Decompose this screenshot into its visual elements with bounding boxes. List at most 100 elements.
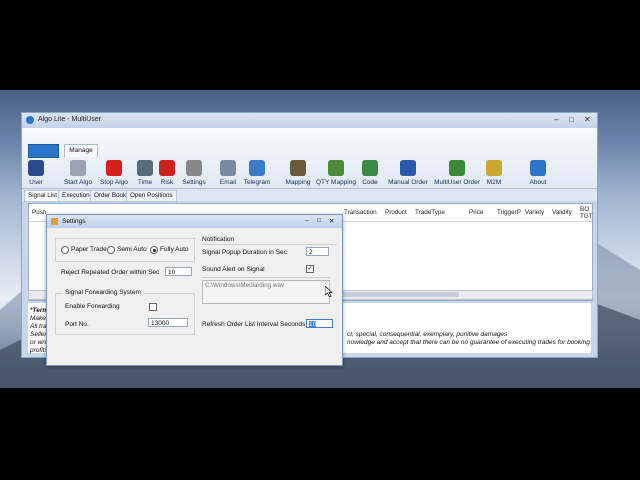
enable-forwarding-checkbox[interactable]	[149, 303, 157, 311]
ribbon-button-multiuser-order[interactable]: MultiUser Order	[432, 160, 482, 186]
dialog-close-button[interactable]: ✕	[329, 217, 334, 225]
forwarding-group-title: Signal Forwarding System	[63, 289, 143, 296]
ribbon-button-label: Email	[219, 179, 237, 186]
ribbon-button-risk[interactable]: Risk	[158, 160, 176, 186]
dialog-maximize-button[interactable]: □	[317, 217, 321, 224]
sound-divider	[202, 277, 330, 278]
notification-group-title: Notification	[202, 236, 235, 243]
ribbon-button-start-algo[interactable]: Start Algo	[62, 160, 94, 186]
ribbon-button-label: About	[529, 179, 547, 186]
column-header[interactable]: Transaction	[344, 204, 377, 221]
ribbon-button-label: Mapping	[285, 179, 311, 186]
user-icon	[28, 160, 44, 176]
sound-path-field[interactable]: C:\Windows\Media\ding.wav	[202, 280, 330, 304]
ribbon-button-label: M2M	[486, 179, 502, 186]
tab-order-book[interactable]: Order Book	[90, 190, 131, 202]
sound-alert-checkbox[interactable]: ✓	[306, 265, 314, 273]
dialog-title-bar: Settings – □ ✕	[47, 215, 342, 228]
fully-auto-label: Fully Auto	[160, 246, 189, 253]
column-header[interactable]: Product	[385, 204, 407, 221]
ribbon-button-user[interactable]: User	[25, 160, 47, 186]
column-header[interactable]: TriggerP	[497, 204, 521, 221]
column-header[interactable]: Push	[32, 204, 46, 221]
users-icon	[486, 160, 502, 176]
play-icon	[70, 160, 86, 176]
window-title: Algo Lite - MultiUser	[38, 116, 102, 123]
popup-duration-input[interactable]: 2	[306, 247, 329, 256]
tab-open-positions[interactable]: Open Positions	[126, 190, 177, 202]
column-header[interactable]: TradeType	[415, 204, 445, 221]
ribbon-button-mapping[interactable]: Mapping	[285, 160, 311, 186]
ribbon: Manage User Start Algo Stop Algo Time Risk Se…	[22, 128, 597, 189]
ribbon-button-stop-algo[interactable]: Stop Algo	[98, 160, 130, 186]
tab-manage[interactable]: Manage	[64, 144, 98, 157]
tab-execution[interactable]: Execution	[58, 190, 94, 202]
popup-duration-label: Signal Popup Duration in Sec	[202, 249, 287, 256]
ribbon-button-label: Settings	[182, 179, 206, 186]
dialog-title: Settings	[62, 218, 86, 225]
code-icon	[362, 160, 378, 176]
close-button[interactable]: ✕	[584, 115, 591, 124]
mail-icon	[220, 160, 236, 176]
ribbon-button-m2m[interactable]: M2M	[483, 160, 505, 186]
minimize-button[interactable]: –	[554, 115, 558, 124]
enable-forwarding-label: Enable Forwarding	[65, 303, 120, 310]
ribbon-button-about[interactable]: About	[528, 160, 548, 186]
column-header[interactable]: Price	[469, 204, 483, 221]
ribbon-button-label: Start Algo	[63, 179, 93, 186]
ribbon-button-label: Time	[137, 179, 153, 186]
fully-auto-radio[interactable]	[150, 246, 158, 254]
disclaimer-line: nowledge and accept that there can be no…	[347, 339, 590, 346]
warning-icon	[159, 160, 175, 176]
ribbon-button-label: Telegram	[243, 179, 271, 186]
tools-icon	[186, 160, 202, 176]
order-icon	[449, 160, 465, 176]
port-input[interactable]: 13000	[148, 318, 188, 327]
at-icon	[249, 160, 265, 176]
mapping-icon	[290, 160, 306, 176]
ribbon-button-label: MultiUser Order	[434, 179, 480, 186]
ribbon-button-label: Stop Algo	[100, 179, 128, 186]
ribbon-button-time[interactable]: Time	[136, 160, 154, 186]
dialog-minimize-button[interactable]: –	[305, 217, 309, 224]
ribbon-button-code[interactable]: Code	[360, 160, 380, 186]
ribbon-button-label: User	[29, 179, 43, 186]
paper-trade-label: Paper Trade	[71, 246, 107, 253]
ribbon-button-email[interactable]: Email	[218, 160, 238, 186]
refresh-interval-value: 10	[309, 321, 317, 328]
port-label: Port No.	[65, 321, 89, 328]
stop-icon	[106, 160, 122, 176]
tab-signal-list[interactable]: Signal List	[24, 190, 62, 202]
ribbon-button-manual-order[interactable]: Manual Order	[387, 160, 429, 186]
list-icon	[400, 160, 416, 176]
ribbon-button-label: QTY Mapping	[316, 179, 356, 186]
refresh-interval-label: Refresh Order List Interval Seconds	[202, 321, 306, 328]
settings-icon	[51, 218, 58, 225]
semi-auto-label: Semi Auto	[117, 246, 147, 253]
qty-icon	[328, 160, 344, 176]
ribbon-button-settings[interactable]: Settings	[180, 160, 208, 186]
refresh-interval-input[interactable]: 10	[306, 319, 333, 328]
mouse-cursor-icon	[325, 286, 333, 297]
reject-repeated-label: Reject Repeated Order within Sec	[61, 269, 160, 276]
column-header[interactable]: Validity	[552, 204, 572, 221]
sound-alert-label: Sound Alert on Signal	[202, 266, 265, 273]
settings-dialog: Settings – □ ✕ Paper Trade Semi Auto Ful…	[46, 214, 343, 366]
maximize-button[interactable]: □	[569, 115, 574, 124]
file-tab[interactable]	[28, 144, 59, 158]
content-tabs: Signal List Execution Order Book Open Po…	[22, 189, 597, 202]
forwarding-group	[55, 293, 195, 335]
ribbon-button-label: Code	[362, 179, 378, 186]
reject-seconds-input[interactable]: 10	[165, 267, 192, 276]
ribbon-button-telegram[interactable]: Telegram	[243, 160, 271, 186]
title-bar: Algo Lite - MultiUser – □ ✕	[22, 113, 597, 128]
ribbon-button-qty-mapping[interactable]: QTY Mapping	[316, 160, 356, 186]
ribbon-button-label: Risk	[160, 179, 174, 186]
clock-icon	[137, 160, 153, 176]
paper-trade-radio[interactable]	[61, 246, 69, 254]
notification-divider	[202, 244, 337, 245]
app-icon	[26, 116, 34, 124]
column-header[interactable]: Variety	[525, 204, 544, 221]
info-icon	[530, 160, 546, 176]
semi-auto-radio[interactable]	[107, 246, 115, 254]
